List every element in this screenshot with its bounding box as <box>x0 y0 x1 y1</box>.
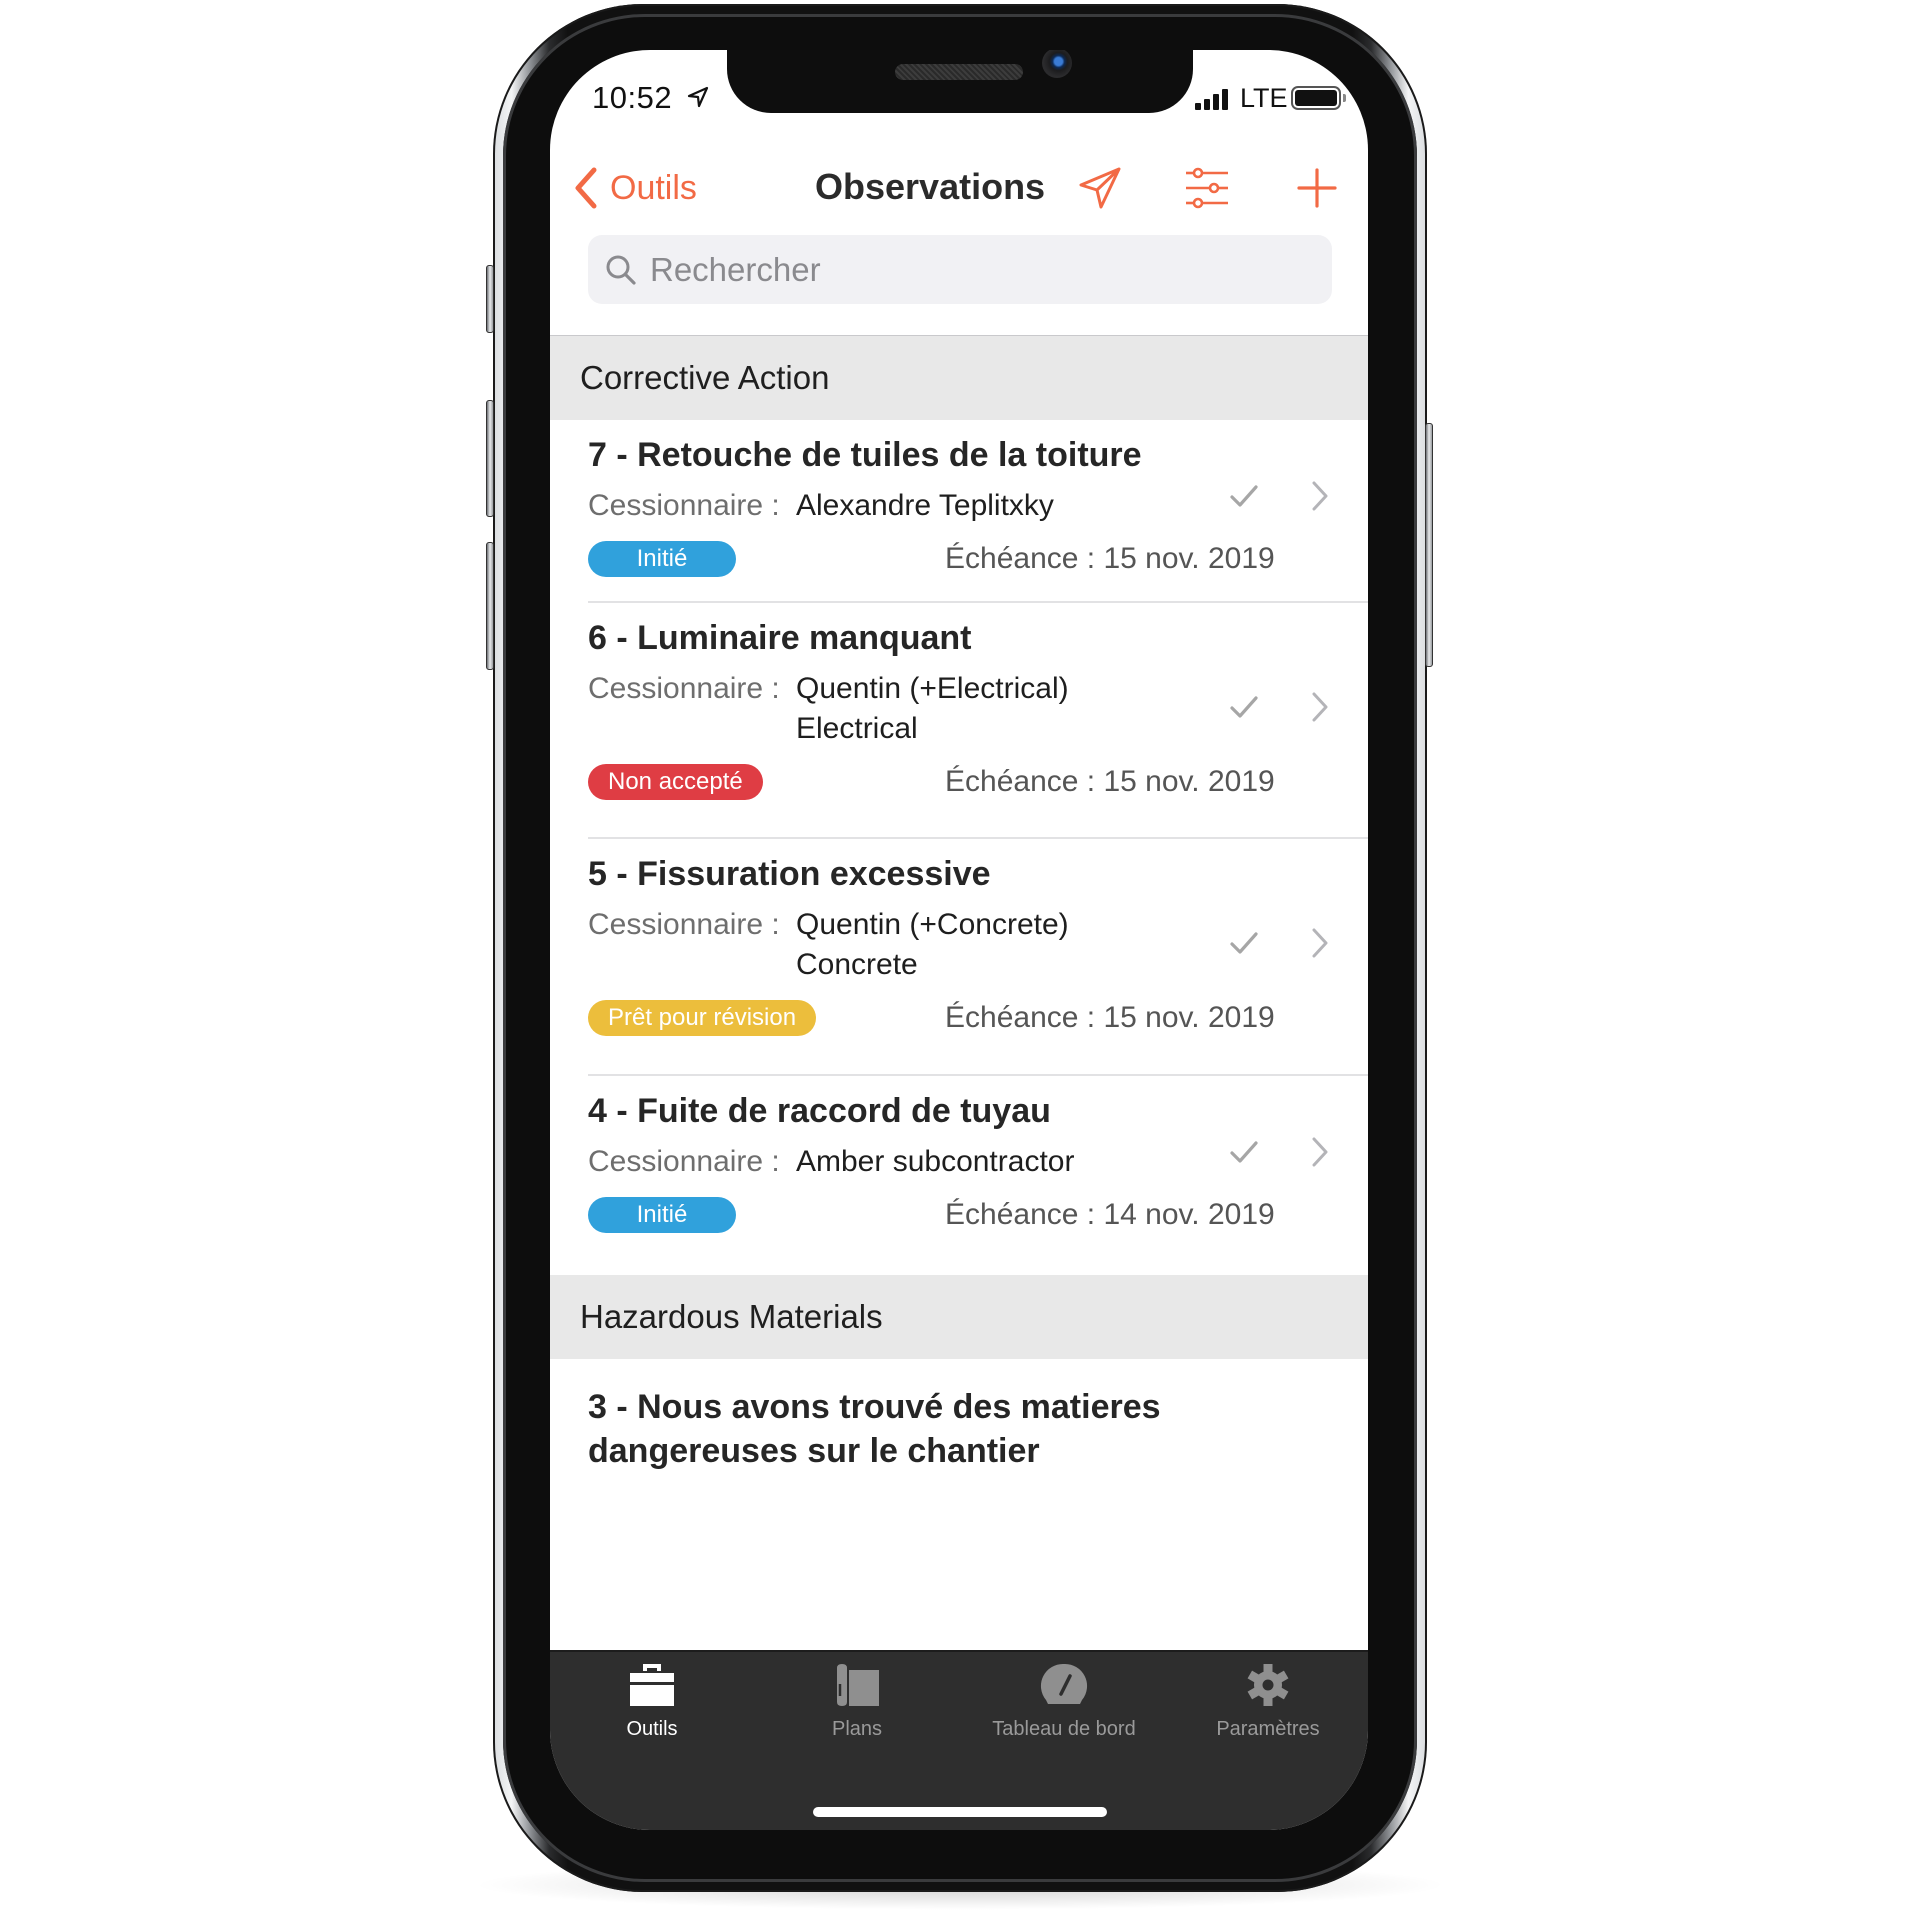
observation-item[interactable]: 7 - Retouche de tuiles de la toiture Ces… <box>588 420 1368 603</box>
toolbox-icon <box>630 1664 674 1706</box>
assignee-line-2: Concrete <box>796 948 918 981</box>
assignee-label: Cessionnaire : <box>588 908 780 941</box>
tab-outils[interactable]: Outils <box>552 1662 752 1741</box>
silent-switch <box>486 265 494 333</box>
observation-item[interactable]: 6 - Luminaire manquant Cessionnaire : Qu… <box>588 603 1368 839</box>
checkmark-icon[interactable] <box>1228 929 1260 957</box>
tab-label: Plans <box>831 1718 883 1740</box>
plus-icon[interactable] <box>1294 165 1340 211</box>
dashboard-gauge-icon <box>1040 1663 1088 1704</box>
observation-title: 6 - Luminaire manquant <box>588 619 972 657</box>
assignee-line-1: Quentin (+Electrical) <box>796 672 1069 705</box>
observation-title-line-1: 3 - Nous avons trouvé des matieres <box>588 1388 1161 1426</box>
due-date: Échéance : 15 nov. 2019 <box>945 765 1275 798</box>
observation-item[interactable]: 4 - Fuite de raccord de tuyau Cessionnai… <box>588 1076 1368 1275</box>
tab-label: Paramètres <box>1216 1718 1320 1740</box>
search-bar[interactable] <box>588 235 1332 304</box>
checkmark-icon[interactable] <box>1228 1138 1260 1166</box>
gear-icon <box>1247 1664 1289 1706</box>
checkmark-icon[interactable] <box>1228 693 1260 721</box>
home-indicator[interactable] <box>813 1807 1107 1817</box>
chevron-right-icon[interactable] <box>1310 691 1330 723</box>
speaker-grille <box>895 64 1023 80</box>
section-header-hazardous-materials: Hazardous Materials <box>550 1275 1368 1359</box>
sliders-icon[interactable] <box>1184 165 1230 211</box>
tab-parametres[interactable]: Paramètres <box>1168 1662 1368 1741</box>
back-button[interactable]: Outils <box>572 165 697 211</box>
battery-cap <box>1343 94 1346 102</box>
chevron-right-icon[interactable] <box>1310 480 1330 512</box>
due-date: Échéance : 15 nov. 2019 <box>945 1001 1275 1034</box>
network-type: LTE <box>1240 83 1288 113</box>
tab-bar: Outils Plans Tableau de bord Paramètres <box>550 1650 1368 1830</box>
assignee-value: Quentin (+Electrical) Electrical <box>796 669 1069 749</box>
due-date: Échéance : 15 nov. 2019 <box>945 542 1275 575</box>
volume-up-button <box>486 400 494 517</box>
observation-title: 5 - Fissuration excessive <box>588 855 991 893</box>
assignee-line-2: Electrical <box>796 712 918 745</box>
front-camera <box>1042 50 1072 78</box>
assignee-value: Amber subcontractor <box>796 1145 1075 1178</box>
assignee-line-1: Quentin (+Concrete) <box>796 908 1069 941</box>
location-arrow-icon <box>687 86 709 108</box>
page-title: Observations <box>815 166 1046 207</box>
assignee-value: Quentin (+Concrete) Concrete <box>796 905 1069 985</box>
checkmark-icon[interactable] <box>1228 482 1260 510</box>
tab-label: Outils <box>626 1718 678 1740</box>
chevron-right-icon[interactable] <box>1310 1136 1330 1168</box>
status-time: 10:52 <box>592 80 673 115</box>
status-badge: Initié <box>588 1197 736 1233</box>
observation-title: 4 - Fuite de raccord de tuyau <box>588 1092 1051 1130</box>
tab-label: Tableau de bord <box>992 1718 1136 1740</box>
tab-tableau-de-bord[interactable]: Tableau de bord <box>964 1662 1164 1741</box>
back-button-label: Outils <box>610 168 697 207</box>
status-badge: Initié <box>588 541 736 577</box>
observation-title: 7 - Retouche de tuiles de la toiture <box>588 436 1142 474</box>
notch <box>727 50 1193 113</box>
search-input[interactable] <box>650 250 1310 289</box>
blueprint-icon <box>837 1664 879 1706</box>
cellular-signal-icon <box>1195 88 1235 110</box>
search-icon <box>606 255 636 285</box>
observation-list: Corrective Action 7 - Retouche de tuiles… <box>550 336 1368 1513</box>
chevron-right-icon[interactable] <box>1310 927 1330 959</box>
status-badge: Prêt pour révision <box>588 1000 817 1036</box>
assignee-label: Cessionnaire : <box>588 672 780 705</box>
side-button <box>1425 423 1433 667</box>
observation-title-line-2: dangereuses sur le chantier <box>588 1432 1040 1470</box>
paper-plane-icon[interactable] <box>1077 165 1123 211</box>
assignee-label: Cessionnaire : <box>588 1145 780 1178</box>
volume-down-button <box>486 542 494 670</box>
status-badge: Non accepté <box>588 764 763 800</box>
observation-title: 3 - Nous avons trouvé des matieres dange… <box>588 1359 1368 1513</box>
assignee-label: Cessionnaire : <box>588 489 780 522</box>
section-header-corrective-action: Corrective Action <box>550 336 1368 420</box>
chevron-left-icon <box>575 167 597 209</box>
observation-item[interactable]: 5 - Fissuration excessive Cessionnaire :… <box>588 839 1368 1076</box>
phone-screen: 10:52 LTE Outils Observations Rechercher… <box>550 50 1368 1830</box>
assignee-value: Alexandre Teplitxky <box>796 489 1054 522</box>
tab-plans[interactable]: Plans <box>757 1662 957 1741</box>
battery-full-icon <box>1291 86 1341 110</box>
observation-item[interactable]: 3 - Nous avons trouvé des matieres dange… <box>588 1359 1368 1513</box>
due-date: Échéance : 14 nov. 2019 <box>945 1198 1275 1231</box>
